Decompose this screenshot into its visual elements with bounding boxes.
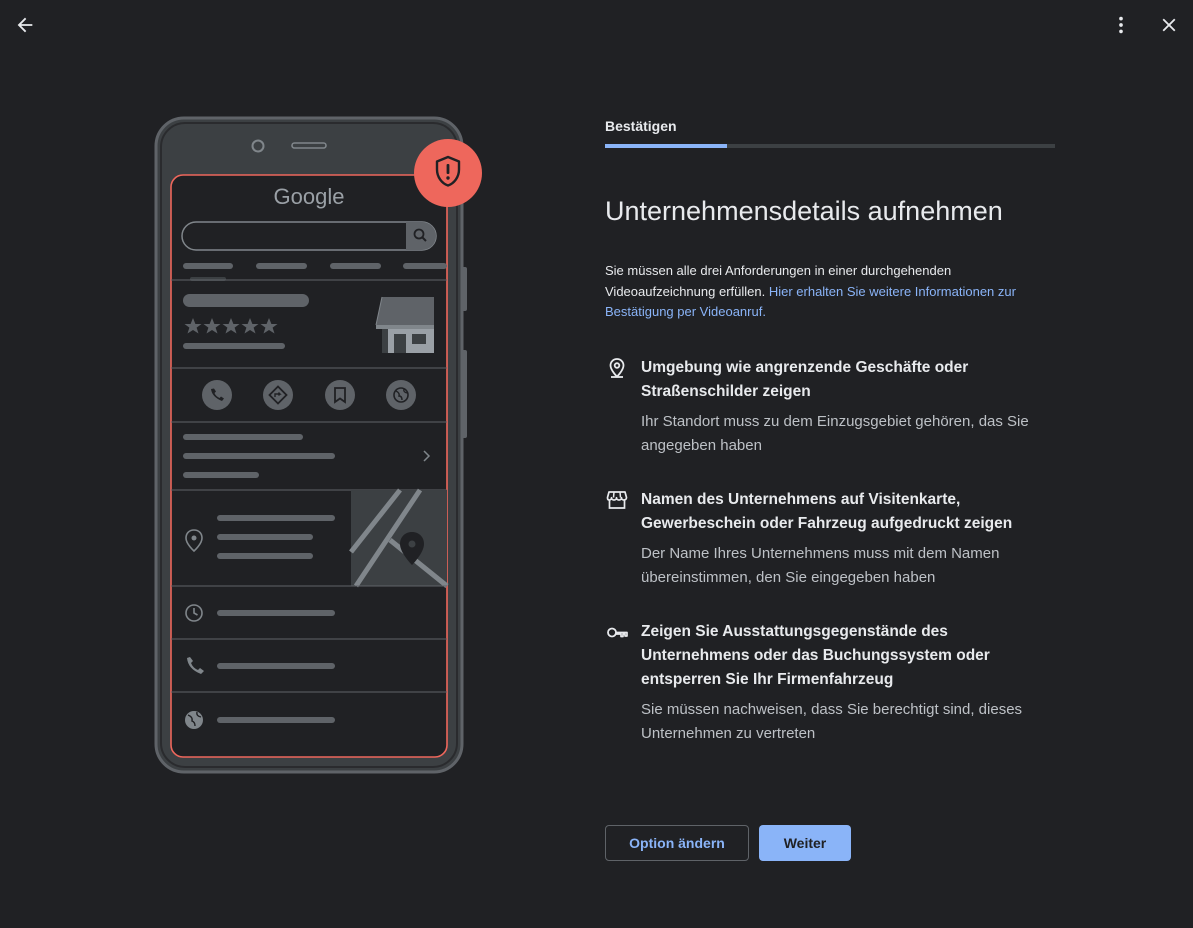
more-options-button[interactable] [1103, 7, 1139, 43]
intro-text: Sie müssen alle drei Anforderungen in ei… [605, 261, 1055, 323]
arrow-left-icon [17, 17, 33, 33]
back-button[interactable] [7, 7, 43, 43]
requirement-location: Umgebung wie angrenzende Geschäfte oder … [605, 356, 1055, 458]
close-button[interactable] [1151, 7, 1187, 43]
verification-panel: Bestätigen Unternehmensdetails aufnehmen… [605, 118, 1055, 323]
page-title: Unternehmensdetails aufnehmen [605, 196, 1003, 226]
storefront-icon [606, 491, 628, 509]
location-pin-icon [609, 358, 625, 378]
key-icon [607, 627, 628, 638]
requirement-equipment: Zeigen Sie Ausstattungsgegenstände des U… [605, 620, 1055, 746]
shield-alert-icon [414, 139, 482, 207]
next-button[interactable]: Weiter [759, 825, 851, 861]
requirement-description: Ihr Standort muss zu dem Einzugsgebiet g… [641, 413, 1029, 454]
progress-bar [605, 144, 1055, 148]
google-logo: Google [274, 184, 345, 209]
progress-bar-fill [605, 144, 727, 148]
requirement-title: Zeigen Sie Ausstattungsgegenstände des U… [641, 623, 990, 688]
close-icon [1162, 18, 1176, 32]
requirement-title: Umgebung wie angrenzende Geschäfte oder … [641, 359, 969, 400]
requirement-title: Namen des Unternehmens auf Visitenkarte,… [641, 491, 1013, 532]
phone-illustration: Google [150, 112, 490, 782]
requirement-description: Der Name Ihres Unternehmens muss mit dem… [641, 545, 1000, 586]
requirement-business-name: Namen des Unternehmens auf Visitenkarte,… [605, 488, 1055, 590]
step-label: Bestätigen [605, 118, 677, 134]
more-vert-icon [1119, 16, 1123, 34]
requirement-description: Sie müssen nachweisen, dass Sie berechti… [641, 701, 1023, 742]
change-option-button[interactable]: Option ändern [605, 825, 749, 861]
